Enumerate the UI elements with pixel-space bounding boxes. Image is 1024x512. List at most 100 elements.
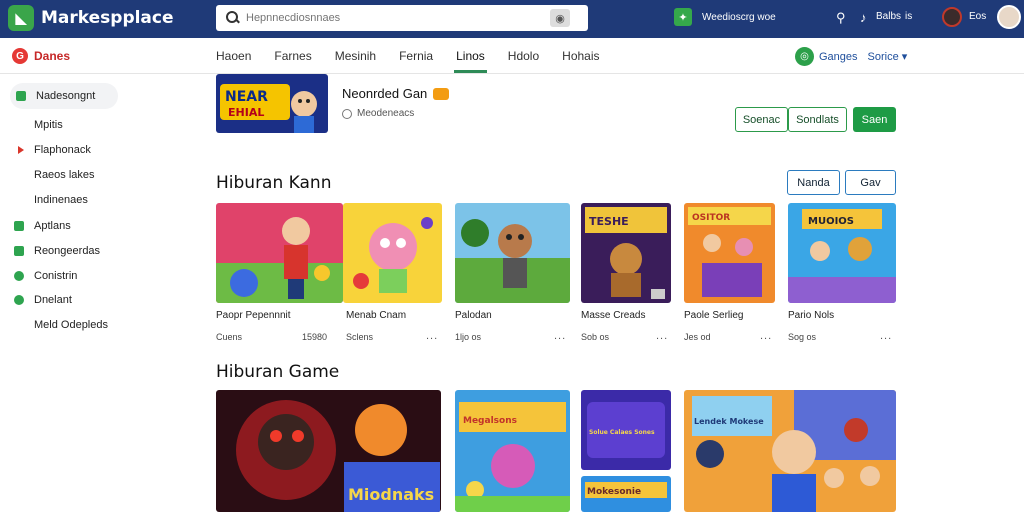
more-options-icon[interactable]: ... (880, 330, 892, 342)
region-label: Ganges (819, 50, 858, 63)
top-bar: ◣ Markespplace ◉ ✦ Weedioscrg woe ⚲ ♪ Ba… (0, 0, 1024, 38)
game-card-meta: Sclens (346, 332, 374, 342)
featured-game-thumbnail[interactable]: NEAR EHIAL (216, 74, 328, 133)
profile-avatar[interactable] (997, 5, 1021, 29)
sidebar-item-label: Conistrin (34, 270, 78, 282)
sort-dropdown-label: Sorice (867, 51, 899, 63)
search-bar: ◉ (216, 5, 588, 31)
sidebar-item-7[interactable]: Reongeerdas (14, 241, 100, 261)
badge-icon (433, 87, 450, 100)
game-card-large-image[interactable]: Mokesonie (581, 476, 671, 512)
account-label: Weedioscrg woe (702, 11, 776, 23)
svg-text:NEAR: NEAR (225, 89, 268, 105)
triangle-icon (18, 146, 24, 154)
search-camera-icon[interactable]: ◉ (550, 9, 570, 27)
game-card-meta: 15980 (302, 332, 328, 342)
tab-3[interactable]: Mesinih (335, 38, 376, 74)
game-card-meta: Cuens (216, 332, 243, 342)
sidebar-item-2[interactable]: Mpitis (14, 115, 63, 135)
circle-icon (14, 295, 24, 305)
sort-dropdown[interactable]: Sorice ▾ (868, 50, 908, 63)
game-card-image[interactable] (455, 203, 570, 303)
sidebar-item-label: Nadesongnt (36, 90, 96, 102)
sidebar-item-1[interactable]: Nadesongnt (10, 83, 118, 109)
logo[interactable]: ◣ Markespplace (8, 5, 174, 31)
game-card-name[interactable]: Pario Nols (788, 310, 834, 321)
sub-navigation: G Danes Haoen Farnes Mesinih Fernia Lino… (0, 38, 1024, 74)
svg-text:EHIAL: EHIAL (228, 106, 264, 119)
category-tabs: Haoen Farnes Mesinih Fernia Linos Hdolo … (216, 38, 623, 74)
game-card-image[interactable]: TESHE (581, 203, 671, 303)
featured-button-2[interactable]: Sondlats (788, 107, 847, 132)
section-1-title: Hiburan Kann (216, 173, 332, 193)
game-card-name[interactable]: Menab Cnam (346, 310, 406, 321)
sidebar-item-10[interactable]: Meld Odepleds (14, 315, 108, 335)
more-options-icon[interactable]: ... (426, 330, 438, 342)
game-card-large-title: Miodnaks (348, 485, 434, 504)
sidebar-item-6[interactable]: Aptlans (14, 216, 71, 236)
sidebar-item-9[interactable]: Dnelant (14, 290, 72, 310)
sidebar-item-label: Mpitis (34, 119, 63, 131)
account-menu[interactable]: ✦ Weedioscrg woe (674, 8, 776, 26)
more-options-icon[interactable]: ... (656, 330, 668, 342)
region-selector[interactable]: ◎ Ganges Sorice ▾ (795, 47, 907, 66)
circle-icon (14, 271, 24, 281)
sidebar-item-label: Raeos lakes (34, 169, 95, 181)
game-card-large-image[interactable]: Miodnaks (216, 390, 441, 512)
game-card-meta: Sob os (581, 332, 610, 342)
game-card-image[interactable]: OSITOR (684, 203, 775, 303)
sidebar-item-5[interactable]: Indinenaes (14, 190, 88, 210)
sidebar-item-label: Aptlans (34, 220, 71, 232)
info-icon (342, 108, 352, 119)
sidebar: Nadesongnt Mpitis Flaphonack Raeos lakes… (0, 74, 200, 512)
more-options-icon[interactable]: ... (760, 330, 772, 342)
tab-7[interactable]: Hohais (562, 38, 599, 74)
game-card-large-image[interactable]: Megalsons (455, 390, 570, 512)
featured-meta: Meodeneacs (342, 108, 414, 119)
sidebar-item-3[interactable]: Flaphonack (14, 140, 91, 160)
svg-text:TESHE: TESHE (589, 215, 629, 228)
game-card-large-image[interactable]: Solue Calaes Sones (581, 390, 671, 470)
game-card-name[interactable]: Palodan (455, 310, 492, 321)
tab-6[interactable]: Hdolo (508, 38, 539, 74)
featured-play-button[interactable]: Saen (853, 107, 896, 132)
games-brand[interactable]: G Danes (12, 48, 70, 64)
sidebar-item-label: Dnelant (34, 294, 72, 306)
header-link-1[interactable]: Balbs (876, 11, 901, 22)
notification-icon[interactable]: ♪ (860, 10, 867, 25)
header-link-2[interactable]: Eos (969, 11, 986, 22)
featured-button-1[interactable]: Soenac (735, 107, 788, 132)
search-icon (226, 11, 240, 25)
tab-5-active[interactable]: Linos (454, 38, 487, 74)
game-card-meta: Jes od (684, 332, 711, 342)
game-card-large-title: Megalsons (463, 416, 517, 426)
sidebar-item-4[interactable]: Raeos lakes (14, 165, 95, 185)
user-avatar[interactable] (942, 7, 962, 27)
svg-text:MUOIOS: MUOIOS (808, 216, 854, 227)
game-card-image[interactable] (343, 203, 442, 303)
featured-title[interactable]: Neonrded Gan (342, 86, 450, 101)
square-icon (14, 221, 24, 231)
square-check-icon (16, 91, 26, 101)
game-card-large-image[interactable]: Lendek Mokese (684, 390, 896, 512)
game-card-large-title: Mokesonie (587, 487, 641, 497)
game-card-name[interactable]: Paopr Pepennnit (216, 310, 291, 321)
games-brand-label: Danes (34, 49, 71, 63)
game-card-image[interactable] (216, 203, 343, 303)
more-options-icon[interactable]: ... (554, 330, 566, 342)
search-input[interactable] (246, 12, 546, 24)
game-card-name[interactable]: Paole Serlieg (684, 310, 743, 321)
tab-4[interactable]: Fernia (399, 38, 433, 74)
game-card-name[interactable]: Masse Creads (581, 310, 645, 321)
logo-text: Markespplace (41, 8, 174, 28)
search-icon-secondary[interactable]: ⚲ (836, 10, 846, 26)
section-1-button-2[interactable]: Gav (845, 170, 896, 195)
game-card-meta: Sog os (788, 332, 817, 342)
tab-1[interactable]: Haoen (216, 38, 251, 74)
section-1-button-1[interactable]: Nanda (787, 170, 840, 195)
tab-2[interactable]: Farnes (274, 38, 311, 74)
sidebar-item-label: Flaphonack (34, 144, 91, 156)
game-card-image[interactable]: MUOIOS (788, 203, 896, 303)
sidebar-item-8[interactable]: Conistrin (14, 266, 77, 286)
featured-title-text: Neonrded Gan (342, 86, 428, 101)
